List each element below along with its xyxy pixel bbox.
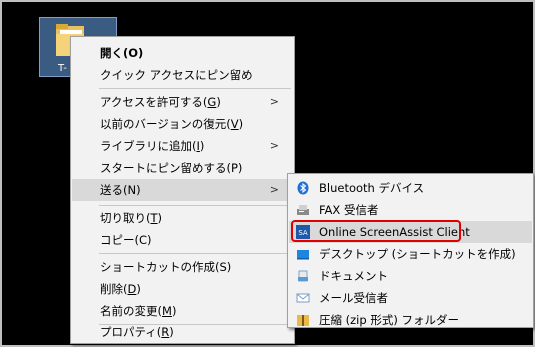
mail-icon — [296, 293, 310, 303]
menu-item-cut[interactable]: 切り取り(T) — [72, 207, 293, 229]
menu-item-pin-quick-access[interactable]: クイック アクセスにピン留め — [72, 64, 293, 86]
sendto-item-mail[interactable]: メール受信者 — [289, 287, 532, 309]
sendto-item-documents[interactable]: ドキュメント — [289, 265, 532, 287]
menu-item-restore-previous[interactable]: 以前のバージョンの復元(V) — [72, 113, 293, 135]
folder-label: T- — [58, 63, 67, 74]
menu-item-send-to[interactable]: 送る(N) > — [72, 179, 293, 201]
menu-item-delete[interactable]: 削除(D) — [72, 278, 293, 300]
menu-item-create-shortcut[interactable]: ショートカットの作成(S) — [72, 256, 293, 278]
bluetooth-icon — [297, 181, 309, 195]
menu-item-properties[interactable]: プロパティ(R) — [72, 321, 293, 343]
menu-item-copy[interactable]: コピー(C) — [72, 229, 293, 251]
menu-separator — [99, 253, 291, 254]
menu-item-pin-start[interactable]: スタートにピン留めする(P) — [72, 157, 293, 179]
menu-item-give-access[interactable]: アクセスを許可する(G) > — [72, 91, 293, 113]
chevron-right-icon: > — [269, 183, 279, 196]
menu-item-open[interactable]: 開く(O) — [72, 42, 293, 64]
menu-separator — [99, 88, 291, 89]
sendto-item-fax[interactable]: FAX 受信者 — [289, 199, 532, 221]
red-highlight-box — [291, 220, 461, 242]
zip-folder-icon — [297, 315, 309, 326]
menu-item-add-library[interactable]: ライブラリに追加(I) > — [72, 135, 293, 157]
send-to-submenu: Bluetooth デバイス FAX 受信者 SA Online ScreenA… — [287, 173, 534, 328]
documents-icon — [298, 270, 308, 282]
fax-icon — [297, 205, 309, 215]
screenshot-frame: T- 開く(O) クイック アクセスにピン留め アクセスを許可する(G) > 以… — [0, 0, 535, 347]
sendto-item-bluetooth[interactable]: Bluetooth デバイス — [289, 177, 532, 199]
chevron-right-icon: > — [269, 139, 279, 152]
menu-item-rename[interactable]: 名前の変更(M) — [72, 300, 293, 322]
desktop-icon — [297, 250, 309, 260]
sendto-item-zip-folder[interactable]: 圧縮 (zip 形式) フォルダー — [289, 309, 532, 331]
menu-separator — [99, 205, 291, 206]
chevron-right-icon: > — [269, 95, 279, 108]
sendto-item-desktop[interactable]: デスクトップ (ショートカットを作成) — [289, 243, 532, 265]
context-menu: 開く(O) クイック アクセスにピン留め アクセスを許可する(G) > 以前のバ… — [70, 36, 295, 344]
